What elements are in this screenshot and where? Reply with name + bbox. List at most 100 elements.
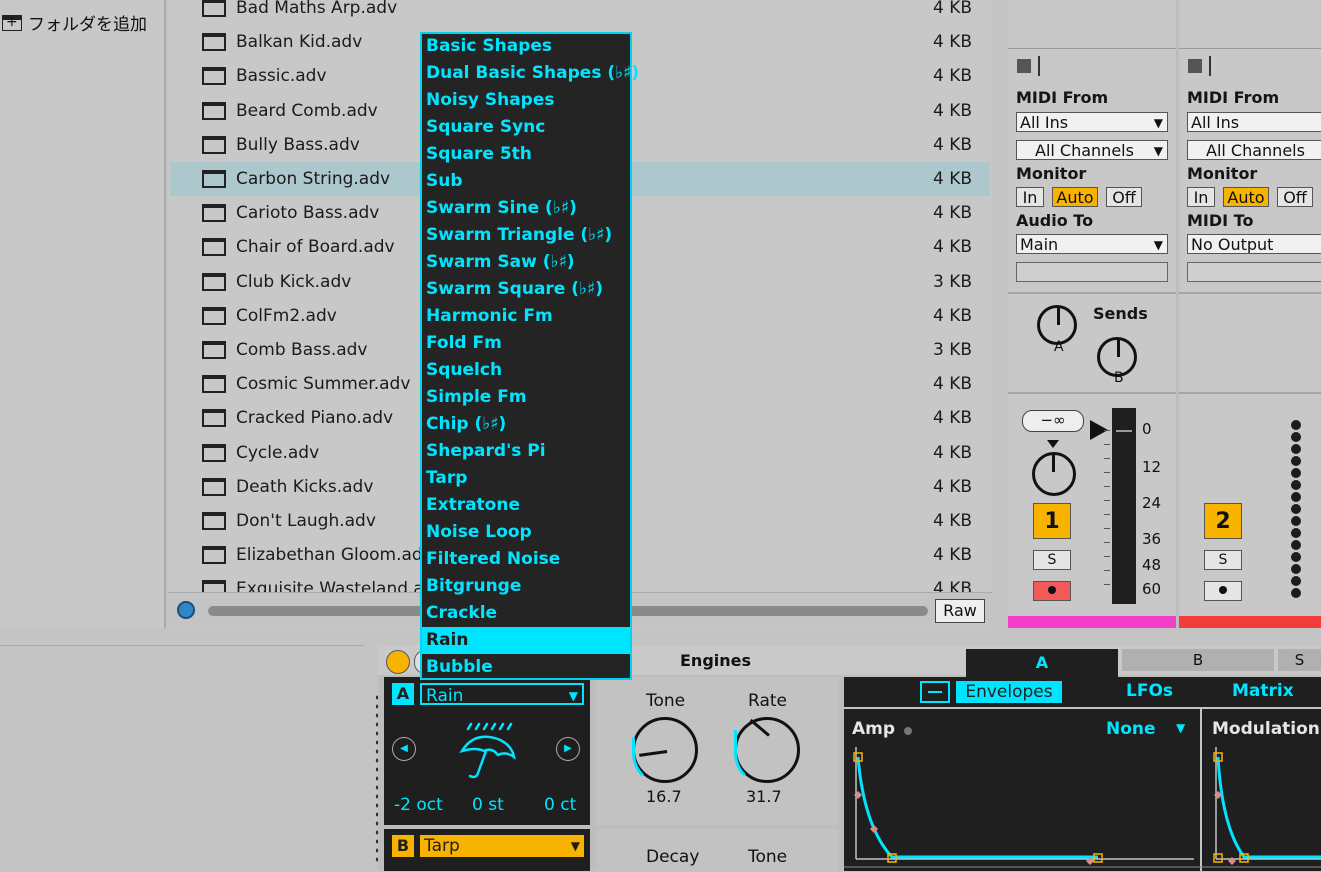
raw-button[interactable]: Raw [935, 599, 985, 623]
pan-knob[interactable] [1032, 452, 1076, 496]
stop-button[interactable] [1017, 59, 1031, 73]
menu-item[interactable]: Basic Shapes [426, 33, 630, 60]
menu-item[interactable]: Dual Basic Shapes (♭♯) [426, 60, 639, 87]
add-folder-button[interactable]: フォルダを追加 [0, 10, 147, 35]
arm-button[interactable] [1204, 581, 1242, 601]
menu-item[interactable]: Bubble [426, 654, 630, 681]
monitor-off-button[interactable]: Off [1106, 187, 1142, 207]
solo-button[interactable]: S [1033, 550, 1071, 570]
menu-item[interactable]: Filtered Noise [426, 546, 630, 573]
file-size: 4 KB [932, 169, 972, 189]
tone-knob[interactable] [632, 717, 698, 786]
divider [844, 707, 1321, 709]
midi-channel-dropdown[interactable]: All Channels [1187, 140, 1321, 160]
file-icon [202, 341, 226, 359]
clip-slot[interactable] [1179, 0, 1321, 49]
tab-envelopes[interactable]: Envelopes [956, 681, 1062, 703]
prev-wave-button[interactable]: ◀ [392, 737, 416, 761]
chevron-down-icon: ▼ [1176, 721, 1186, 735]
envelope-display[interactable] [844, 747, 1321, 871]
stop-button[interactable] [1188, 59, 1202, 73]
tone-value[interactable]: 16.7 [646, 787, 682, 806]
menu-item[interactable]: Rain [422, 627, 630, 654]
midi-from-dropdown[interactable]: All Ins [1187, 112, 1321, 132]
midi-to-channel-field[interactable] [1187, 262, 1321, 282]
device-power-button[interactable] [386, 650, 410, 674]
menu-item[interactable]: Swarm Saw (♭♯) [426, 249, 630, 276]
modulation-section: Envelopes LFOs Matrix Amp None ▼ Modulat… [844, 677, 1321, 871]
scale-tick [1104, 458, 1110, 459]
octave-value[interactable]: -2 oct [394, 795, 443, 815]
fader-cap[interactable] [1116, 430, 1132, 432]
audio-to-dropdown[interactable]: Main ▼ [1016, 234, 1168, 254]
menu-item[interactable]: Extratone [426, 492, 630, 519]
oscillator-type-menu: Basic Shapes Dual Basic Shapes (♭♯) Noisy … [420, 32, 639, 681]
file-size: 4 KB [932, 66, 972, 87]
midi-channel-dropdown[interactable]: All Channels ▼ [1016, 140, 1168, 160]
monitor-off-button[interactable]: Off [1277, 187, 1313, 207]
menu-item[interactable]: Fold Fm [426, 330, 630, 357]
menu-item[interactable]: Swarm Square (♭♯) [426, 276, 630, 303]
drag-handle[interactable] [374, 693, 380, 863]
rate-knob[interactable] [734, 717, 800, 786]
arm-button[interactable] [1033, 581, 1071, 601]
menu-item[interactable]: Chip (♭♯) [426, 411, 630, 438]
decay-label: Decay [646, 847, 700, 867]
tab-lfos[interactable]: LFOs [1126, 681, 1173, 701]
osc-b-letter[interactable]: B [392, 835, 414, 857]
volume-fader[interactable] [1112, 408, 1136, 604]
track-activator-2[interactable]: 2 [1204, 503, 1242, 539]
file-row[interactable]: Bad Maths Arp.adv 4 KB [170, 0, 990, 25]
umbrella-rain-icon [459, 722, 516, 779]
tab-s[interactable]: S [1278, 649, 1321, 671]
file-size: 4 KB [932, 511, 972, 531]
menu-item[interactable]: Square 5th [426, 141, 630, 168]
file-name: Bad Maths Arp.adv [236, 0, 398, 18]
file-size: 3 KB [932, 271, 972, 292]
cents-value[interactable]: 0 ct [544, 795, 576, 815]
menu-item[interactable]: Bitgrunge [426, 573, 630, 600]
volume-display[interactable]: −∞ [1022, 410, 1084, 432]
menu-item[interactable]: Swarm Triangle (♭♯) [426, 222, 630, 249]
menu-item[interactable]: Square Sync [426, 114, 630, 141]
midi-to-label: MIDI To [1187, 211, 1254, 230]
tab-a[interactable]: A [966, 649, 1118, 677]
menu-item[interactable]: Simple Fm [426, 384, 630, 411]
file-icon [202, 33, 226, 52]
knob-arc [632, 738, 698, 786]
menu-item[interactable]: Tarp [426, 465, 630, 492]
menu-item[interactable]: Swarm Sine (♭♯) [426, 195, 630, 222]
next-wave-button[interactable]: ▶ [556, 737, 580, 761]
menu-item[interactable]: Shepard's Pi [426, 438, 630, 465]
menu-item[interactable]: Noisy Shapes [426, 87, 630, 114]
tab-matrix[interactable]: Matrix [1232, 681, 1294, 701]
file-icon [202, 170, 226, 188]
monitor-auto-button[interactable]: Auto [1223, 187, 1269, 207]
clip-slot[interactable] [1008, 0, 1176, 49]
send-b-letter: B [1114, 370, 1124, 386]
amp-indicator [904, 727, 912, 735]
audio-to-channel-field[interactable] [1016, 262, 1168, 282]
sends-label: Sends [1093, 304, 1148, 323]
menu-item[interactable]: Sub [426, 168, 630, 195]
midi-to-dropdown[interactable]: No Output [1187, 234, 1321, 254]
tab-b[interactable]: B [1122, 649, 1274, 671]
osc-a-letter[interactable]: A [392, 683, 414, 705]
menu-item[interactable]: Squelch [426, 357, 630, 384]
menu-item[interactable]: Crackle [426, 600, 630, 627]
monitor-in-button[interactable]: In [1016, 187, 1044, 207]
track-activator-1[interactable]: 1 [1033, 503, 1071, 539]
menu-item[interactable]: Noise Loop [426, 519, 630, 546]
monitor-in-button[interactable]: In [1187, 187, 1215, 207]
osc-b-type-select[interactable]: Tarp ▼ [420, 835, 584, 857]
solo-button[interactable]: S [1204, 550, 1242, 570]
menu-item[interactable]: Harmonic Fm [426, 303, 630, 330]
rate-value[interactable]: 31.7 [746, 787, 782, 806]
semitone-value[interactable]: 0 st [472, 795, 504, 815]
headphones-icon[interactable] [177, 601, 195, 619]
amp-target-select[interactable]: None [1106, 719, 1156, 739]
midi-from-dropdown[interactable]: All Ins ▼ [1016, 112, 1168, 132]
osc-a-type-select[interactable]: Rain ▼ [420, 683, 584, 706]
monitor-auto-button[interactable]: Auto [1052, 187, 1098, 207]
scale-tick [1104, 486, 1110, 487]
